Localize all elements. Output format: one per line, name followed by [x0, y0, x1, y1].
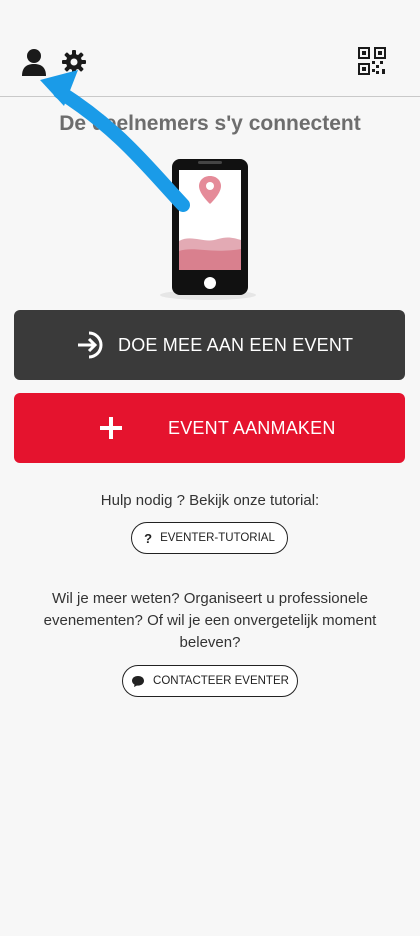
plus-icon — [94, 411, 128, 445]
info-text: Wil je meer weten? Organiseert u profess… — [43, 590, 377, 651]
person-icon — [22, 49, 46, 76]
join-event-label: DOE MEE AAN EEN EVENT — [118, 334, 354, 355]
profile-button[interactable] — [20, 46, 48, 78]
tutorial-button[interactable]: ? EVENTER-TUTORIAL — [131, 522, 288, 554]
qr-scan-button[interactable] — [357, 46, 387, 76]
app-screen: De deelnemers s'y connectent DOE MEE AAN… — [0, 0, 420, 936]
help-text: Hulp nodig ? Bekijk onze tutorial: — [100, 492, 320, 509]
create-event-button[interactable]: EVENT AANMAKEN — [14, 393, 405, 463]
contact-button[interactable]: CONTACTEER EVENTER — [122, 665, 298, 697]
contact-label: CONTACTEER EVENTER — [153, 675, 289, 687]
tutorial-label: EVENTER-TUTORIAL — [160, 532, 275, 544]
join-event-button[interactable]: DOE MEE AAN EEN EVENT — [14, 310, 405, 380]
question-icon: ? — [144, 530, 153, 546]
qr-code-icon — [358, 47, 386, 75]
phone-illustration — [160, 159, 256, 300]
gear-icon — [62, 50, 86, 74]
chat-icon — [131, 675, 145, 688]
top-bar — [0, 0, 420, 97]
create-event-label: EVENT AANMAKEN — [168, 417, 336, 438]
page-title: De deelnemers s'y connectent — [59, 112, 361, 135]
settings-button[interactable] — [60, 48, 88, 76]
login-icon — [74, 328, 108, 362]
